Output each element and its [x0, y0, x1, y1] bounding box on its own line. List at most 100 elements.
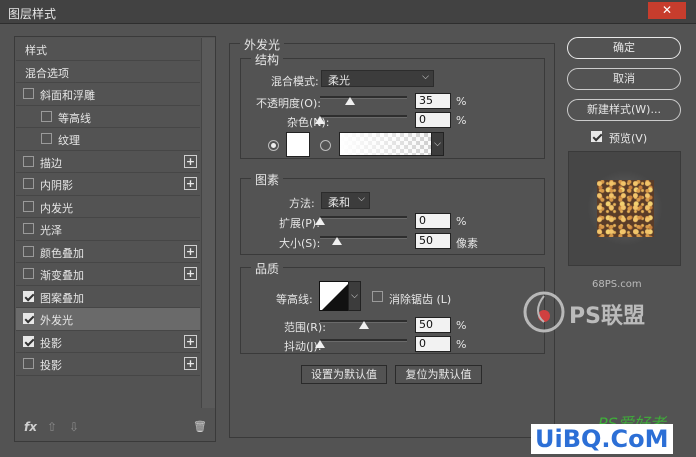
- add-style-icon[interactable]: +: [184, 334, 197, 348]
- style-checkbox[interactable]: [23, 313, 34, 324]
- style-checkbox[interactable]: [23, 268, 34, 279]
- style-checkbox[interactable]: [23, 88, 34, 99]
- style-checkbox[interactable]: [23, 245, 34, 257]
- preview-checkbox[interactable]: [591, 131, 602, 142]
- style-checkbox[interactable]: [23, 155, 34, 167]
- gradient-radio[interactable]: [320, 140, 331, 151]
- style-checkbox[interactable]: [23, 223, 34, 234]
- style-item[interactable]: 颜色叠加 +: [16, 241, 200, 263]
- add-style-icon[interactable]: +: [184, 244, 197, 258]
- technique-select[interactable]: 柔和 ⌵: [321, 192, 370, 209]
- chevron-down-icon: ⌵: [358, 194, 365, 204]
- contour-label: 等高线:: [276, 293, 313, 306]
- trash-icon[interactable]: 🗑: [193, 420, 207, 433]
- style-item-label: 投影: [40, 336, 62, 350]
- ok-button[interactable]: 确定: [567, 37, 681, 59]
- style-item-label: 投影: [40, 359, 62, 372]
- style-item[interactable]: 投影 +: [16, 353, 200, 376]
- style-checkbox[interactable]: [41, 110, 52, 122]
- noise-input[interactable]: 0: [415, 112, 451, 128]
- contour-preview[interactable]: [319, 281, 349, 311]
- style-item-label: 等高线: [58, 111, 91, 125]
- opacity-input[interactable]: 35: [415, 93, 451, 109]
- solid-color-radio[interactable]: [268, 140, 279, 151]
- spread-label: 扩展(P):: [279, 217, 320, 230]
- style-item-label: 描边: [40, 156, 62, 170]
- range-unit: %: [456, 319, 467, 332]
- style-checkbox[interactable]: [23, 335, 34, 347]
- style-item-label: 混合选项: [25, 66, 69, 80]
- style-item[interactable]: 内发光: [16, 196, 200, 218]
- style-item-label: 外发光: [40, 314, 73, 327]
- opacity-unit: %: [456, 95, 467, 108]
- fx-icon[interactable]: fx: [24, 420, 37, 434]
- jitter-slider-thumb[interactable]: [315, 340, 325, 348]
- size-slider-thumb[interactable]: [332, 237, 343, 245]
- style-checkbox[interactable]: [23, 290, 34, 302]
- style-item[interactable]: 外发光: [16, 308, 200, 331]
- glow-gradient-picker[interactable]: [339, 132, 432, 156]
- style-item-label: 图案叠加: [40, 291, 84, 305]
- style-item-label: 颜色叠加: [40, 246, 84, 260]
- size-input[interactable]: 50: [415, 233, 451, 249]
- noise-slider[interactable]: [320, 115, 407, 118]
- make-default-button[interactable]: 设置为默认值: [301, 365, 387, 384]
- noise-slider-thumb[interactable]: [315, 116, 325, 124]
- style-item[interactable]: 斜面和浮雕: [16, 83, 200, 106]
- style-item[interactable]: 光泽: [16, 218, 200, 241]
- style-preview: [568, 151, 681, 266]
- style-item[interactable]: 内阴影 +: [16, 173, 200, 196]
- reset-default-button[interactable]: 复位为默认值: [395, 365, 482, 384]
- style-item-label: 光泽: [40, 224, 62, 237]
- style-item-label: 斜面和浮雕: [40, 89, 95, 102]
- opacity-slider-thumb[interactable]: [345, 97, 356, 105]
- add-style-icon[interactable]: +: [184, 267, 197, 280]
- gradient-dropdown-icon[interactable]: ⌵: [431, 132, 444, 156]
- style-item-label: 内发光: [40, 201, 73, 215]
- contour-dropdown-icon[interactable]: ⌵: [348, 281, 361, 311]
- blend-mode-select[interactable]: 柔光 ⌵: [321, 70, 434, 87]
- style-item[interactable]: 投影 +: [16, 331, 200, 353]
- add-style-icon[interactable]: +: [184, 154, 197, 168]
- spread-slider-thumb[interactable]: [315, 217, 325, 225]
- close-button[interactable]: ✕: [648, 2, 686, 19]
- style-item[interactable]: 图案叠加: [16, 286, 200, 308]
- move-up-icon[interactable]: ⇧: [47, 420, 57, 434]
- spread-slider[interactable]: [320, 216, 407, 219]
- styles-scrollbar[interactable]: [201, 38, 215, 408]
- chevron-down-icon: ⌵: [422, 72, 429, 82]
- uibq-watermark: UiBQ.CoM: [531, 424, 673, 454]
- style-item[interactable]: 渐变叠加 +: [16, 263, 200, 286]
- blend-mode-label: 混合模式:: [271, 75, 319, 88]
- add-style-icon[interactable]: +: [184, 357, 197, 370]
- glow-color-swatch[interactable]: [286, 132, 310, 157]
- new-style-button[interactable]: 新建样式(W)...: [567, 99, 681, 121]
- style-item[interactable]: 描边 +: [16, 151, 200, 173]
- style-item[interactable]: 样式: [16, 38, 200, 61]
- jitter-input[interactable]: 0: [415, 336, 451, 352]
- style-checkbox[interactable]: [23, 178, 34, 189]
- style-checkbox[interactable]: [23, 200, 34, 212]
- structure-title: 结构: [251, 51, 284, 68]
- jitter-slider[interactable]: [320, 339, 407, 342]
- add-style-icon[interactable]: +: [184, 177, 197, 190]
- spread-input[interactable]: 0: [415, 213, 451, 229]
- cancel-button[interactable]: 取消: [567, 68, 681, 90]
- move-down-icon[interactable]: ⇩: [69, 420, 79, 434]
- site-watermark: 68PS.com: [592, 279, 642, 290]
- range-input[interactable]: 50: [415, 317, 451, 333]
- range-slider-thumb[interactable]: [358, 321, 369, 329]
- style-checkbox[interactable]: [41, 133, 52, 144]
- preview-toggle[interactable]: 预览(V): [585, 126, 681, 149]
- style-item[interactable]: 等高线: [16, 106, 200, 128]
- antialias-checkbox[interactable]: [372, 291, 383, 302]
- opacity-label: 不透明度(O):: [256, 97, 321, 110]
- title-bar: 图层样式 ✕: [0, 0, 696, 24]
- styles-list: 样式 混合选项 斜面和浮雕 等高线 纹理 描边 + 内阴影 + 内发光 光泽 颜色叠加 + 渐变叠加 + 图案…: [16, 38, 200, 376]
- jitter-unit: %: [456, 338, 467, 351]
- opacity-slider[interactable]: [320, 96, 407, 99]
- style-item[interactable]: 混合选项: [16, 61, 200, 83]
- technique-label: 方法:: [289, 197, 315, 210]
- style-item[interactable]: 纹理: [16, 128, 200, 151]
- style-checkbox[interactable]: [23, 358, 34, 369]
